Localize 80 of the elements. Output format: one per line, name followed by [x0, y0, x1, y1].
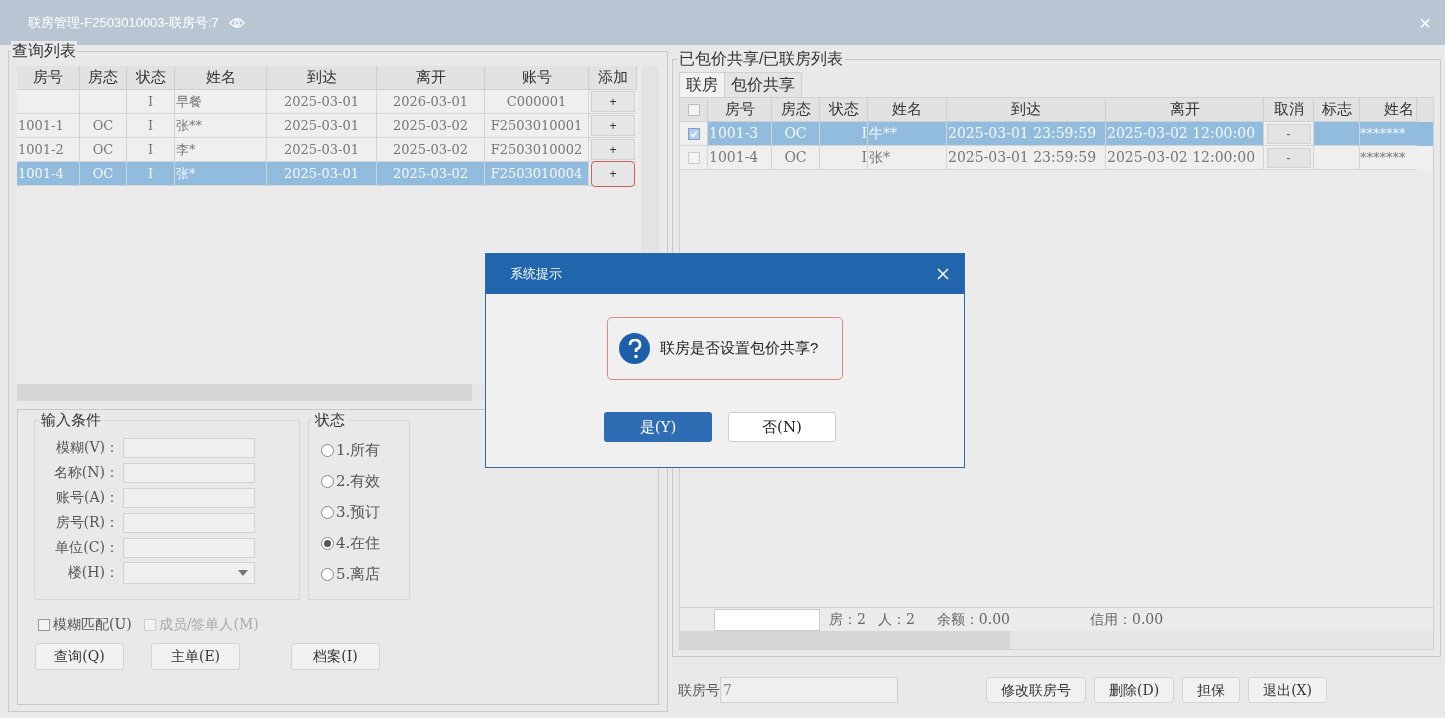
add-button[interactable]: + — [591, 139, 635, 160]
window-title: 联房管理-F2503010003-联房号:7 — [28, 13, 219, 32]
table-cell: 张* — [175, 162, 267, 186]
add-button[interactable]: + — [591, 160, 635, 187]
action-button[interactable]: 修改联房号 — [986, 677, 1086, 703]
field-label: 模糊(V)： — [54, 438, 120, 457]
radio-button[interactable] — [321, 537, 334, 550]
table-cell: 2025-03-01 23:59:59 — [947, 146, 1106, 170]
table-cell: ******* — [1360, 146, 1417, 170]
radio-button[interactable] — [321, 444, 334, 457]
table-row[interactable]: 1001-4 OC I 张* 2025-03-01 2025-03-02 F2503010004 + — [17, 162, 637, 186]
caret-icon — [238, 569, 248, 576]
action-button[interactable]: 担保 — [1182, 677, 1241, 703]
summary-text: 房：2 — [829, 610, 866, 629]
field-label: 房号(R)： — [54, 513, 120, 532]
checkbox-option[interactable]: 模糊匹配(U) — [38, 614, 132, 635]
action-button[interactable]: 查询(Q) — [35, 643, 124, 670]
action-button[interactable]: 主单(E) — [151, 643, 240, 670]
add-button[interactable]: + — [591, 115, 635, 136]
radio-option[interactable]: 1.所有 — [321, 435, 409, 466]
input-field[interactable] — [123, 487, 255, 508]
radio-option[interactable]: 2.有效 — [321, 466, 409, 497]
checkbox[interactable] — [687, 103, 700, 116]
add-button[interactable]: + — [591, 91, 635, 112]
table-cell: OC — [80, 162, 127, 186]
radio-button[interactable] — [321, 475, 334, 488]
cancel-button[interactable]: - — [1266, 147, 1311, 168]
message-text: 联房是否设置包价共享? — [660, 338, 819, 359]
tab[interactable]: 包价共享 — [725, 72, 802, 97]
radio-option[interactable]: 5.离店 — [321, 559, 409, 590]
table-cell: 2025-03-02 — [377, 162, 485, 186]
radio-button[interactable] — [321, 506, 334, 519]
table-row[interactable]: 1001-1 OC I 张** 2025-03-01 2025-03-02 F2503010001 + — [17, 114, 637, 138]
table-cell: 2025-03-01 — [267, 162, 377, 186]
cancel-button[interactable]: - — [1266, 123, 1311, 144]
table-row[interactable]: 1001-4 OC I张* 2025-03-01 23:59:59 2025-03-02 12:00:00 - ******* — [680, 146, 1433, 170]
input-field[interactable] — [123, 537, 255, 558]
dialog-title: 系统提示 — [510, 265, 562, 284]
checkbox[interactable] — [38, 618, 50, 631]
summary-text: 余额：0.00 — [936, 610, 1010, 629]
action-button[interactable]: 删除(D) — [1094, 677, 1175, 703]
input-field[interactable] — [714, 608, 820, 631]
dropdown-field[interactable] — [123, 561, 255, 584]
action-button[interactable]: 档案(I) — [291, 643, 380, 670]
table-row[interactable]: 1001-2 OC I 李* 2025-03-01 2025-03-02 F2503010002 + — [17, 138, 637, 162]
close-icon[interactable] — [936, 267, 950, 281]
field-label: 名称(N)： — [52, 463, 120, 482]
radio-option[interactable]: 4.在住 — [321, 528, 409, 559]
field-label: 联房号 — [678, 680, 720, 700]
group-title: 状态 — [313, 411, 347, 429]
horizontal-scrollbar[interactable] — [680, 631, 1433, 649]
action-button[interactable]: 退出(X) — [1248, 677, 1328, 703]
radio-button[interactable] — [321, 568, 334, 581]
question-icon — [619, 333, 650, 364]
table-cell: I — [127, 162, 175, 186]
input-field[interactable] — [123, 437, 255, 458]
table-cell: 1001-4 — [708, 146, 772, 170]
panel-title: 查询列表 — [11, 41, 77, 61]
eye-icon[interactable] — [228, 16, 245, 29]
table-cell: I — [820, 146, 868, 170]
checkbox[interactable] — [687, 151, 700, 164]
table-row[interactable]: 1001-3 OC I牛** 2025-03-01 23:59:59 2025-03-02 12:00:00 - ******* — [680, 122, 1433, 146]
field-label: 楼(H)： — [66, 563, 120, 582]
table-row[interactable]: I 早餐 2025-03-01 2026-03-01 C000001 + — [17, 90, 637, 114]
table-cell: 1001-4 — [17, 162, 80, 186]
checkbox[interactable] — [687, 127, 700, 140]
radio-option[interactable]: 3.预订 — [321, 497, 409, 528]
field-label: 单位(C)： — [54, 538, 120, 557]
summary-text: 人：2 — [877, 610, 915, 629]
table-cell: OC — [772, 146, 820, 170]
dialog-button[interactable]: 否(N) — [728, 412, 836, 442]
table-cell: 张* — [868, 146, 947, 170]
field-label: 账号(A)： — [54, 488, 120, 507]
input-field[interactable] — [123, 512, 255, 533]
input-field[interactable] — [123, 462, 255, 483]
panel-title: 已包价共享/已联房列表 — [677, 49, 846, 69]
dialog-button[interactable]: 是(Y) — [604, 412, 712, 442]
summary-text: 信用：0.00 — [1090, 610, 1164, 629]
group-title: 输入条件 — [39, 411, 103, 429]
tab[interactable]: 联房 — [679, 72, 725, 97]
